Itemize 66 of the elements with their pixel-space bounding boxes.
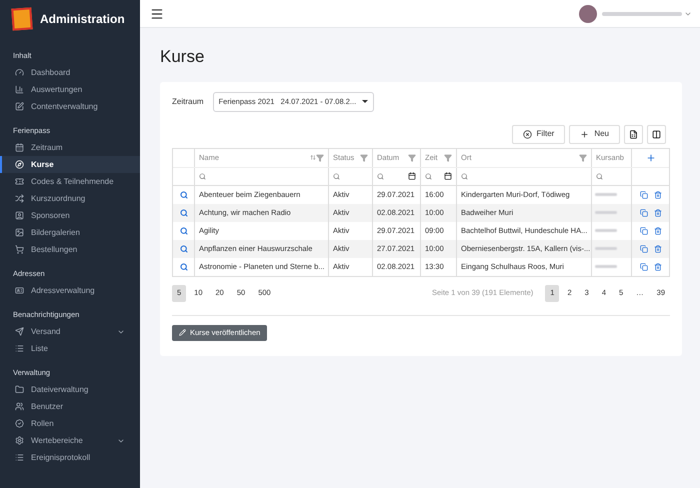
view-icon[interactable] — [180, 226, 188, 234]
trash-icon[interactable] — [654, 226, 662, 234]
sidebar-item[interactable]: Dateiverwaltung — [0, 381, 140, 398]
copy-icon[interactable] — [640, 226, 648, 234]
sidebar-item[interactable]: Wertebereiche — [0, 432, 140, 449]
filter-icon[interactable] — [360, 154, 368, 162]
sidebar-item[interactable]: Bestellungen — [0, 241, 140, 258]
sidebar-item[interactable]: Adressverwaltung — [0, 282, 140, 299]
sidebar-item[interactable]: Benutzer — [0, 398, 140, 415]
view-icon[interactable] — [180, 208, 188, 216]
sidebar-item[interactable]: Zeitraum — [0, 139, 140, 156]
filter-icon[interactable] — [408, 154, 416, 162]
sidebar-item[interactable]: Auswertungen — [0, 81, 140, 98]
search-icon — [377, 172, 384, 180]
redacted-text — [595, 229, 617, 232]
view-icon[interactable] — [180, 262, 188, 270]
columns-button[interactable] — [647, 124, 666, 144]
sidebar-item[interactable]: Sponsoren — [0, 207, 140, 224]
copy-icon[interactable] — [640, 190, 648, 198]
view-icon[interactable] — [180, 244, 188, 252]
spreadsheet-icon — [629, 130, 638, 138]
redacted-text — [595, 265, 617, 268]
sidebar-item[interactable]: Contentverwaltung — [0, 98, 140, 115]
sidebar-item[interactable]: Rollen — [0, 415, 140, 432]
search-icon — [333, 172, 340, 180]
sidebar-item[interactable]: Liste — [0, 340, 140, 357]
add-row-icon[interactable] — [646, 152, 656, 162]
copy-icon[interactable] — [640, 262, 648, 270]
filter-button[interactable]: Filter — [512, 124, 566, 144]
caret-icon — [362, 100, 368, 103]
columns-icon — [652, 130, 661, 138]
redacted-text — [595, 193, 617, 196]
app-title: Administration — [40, 11, 125, 28]
page-title: Kurse — [160, 46, 206, 68]
sidebar-item[interactable]: Bildergalerien — [0, 224, 140, 241]
filter-icon[interactable] — [316, 154, 324, 162]
trash-icon[interactable] — [654, 262, 662, 270]
filter-icon[interactable] — [579, 154, 587, 162]
copy-icon[interactable] — [640, 208, 648, 216]
export-button[interactable] — [624, 124, 643, 144]
sort-icon[interactable] — [310, 154, 316, 161]
search-icon — [596, 172, 603, 180]
logo-icon — [11, 7, 33, 31]
view-icon[interactable] — [180, 190, 188, 198]
clear-icon — [522, 130, 532, 138]
sidebar-item[interactable]: Versand — [0, 323, 140, 340]
search-icon — [425, 172, 432, 180]
trash-icon[interactable] — [654, 244, 662, 252]
pencil-icon — [179, 329, 186, 336]
sidebar-item[interactable]: Codes & Teilnehmende — [0, 173, 140, 190]
search-icon — [461, 172, 468, 180]
new-button[interactable]: Neu — [569, 124, 620, 144]
sidebar-item[interactable]: Kurszuordnung — [0, 190, 140, 207]
avatar[interactable] — [579, 4, 597, 22]
sidebar-item[interactable]: Ereignisprotokoll — [0, 449, 140, 466]
period-label: Zeitraum — [172, 96, 204, 108]
trash-icon[interactable] — [654, 190, 662, 198]
calendar-icon[interactable] — [444, 172, 452, 180]
trash-icon[interactable] — [654, 208, 662, 216]
search-icon — [199, 172, 206, 180]
copy-icon[interactable] — [640, 244, 648, 252]
calendar-icon[interactable] — [408, 172, 416, 180]
sidebar-item[interactable]: Dashboard — [0, 64, 140, 81]
sidebar-item[interactable]: Kurse — [0, 156, 140, 173]
filter-icon[interactable] — [444, 154, 452, 162]
plus-icon — [580, 130, 590, 138]
